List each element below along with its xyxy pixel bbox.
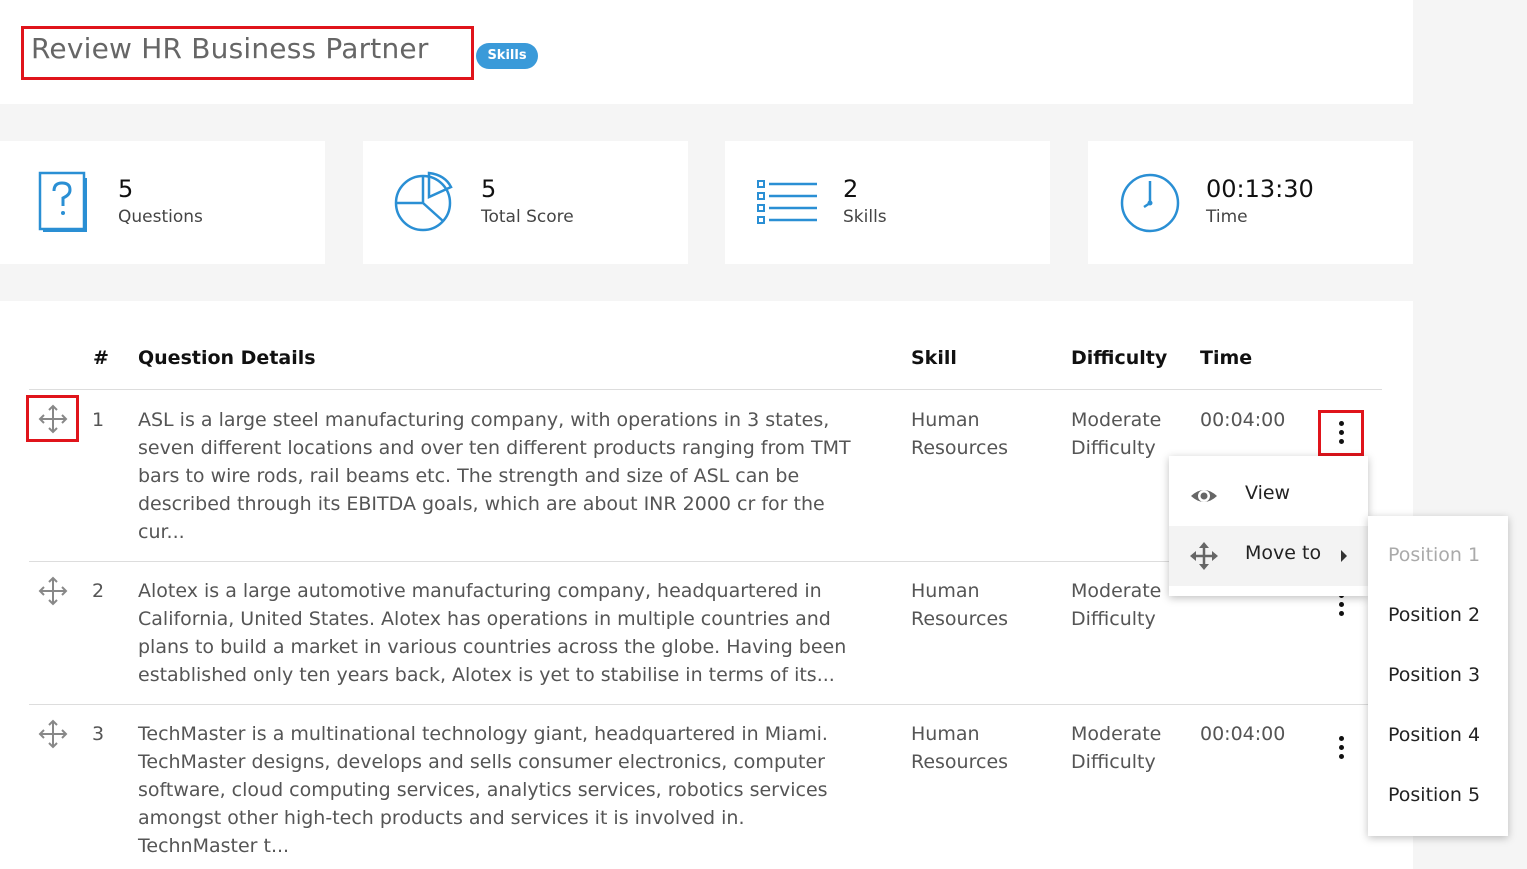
time-label: Time [1206,207,1248,227]
submenu-item-position-1: Position 1 [1388,544,1481,566]
question-details: ASL is a large steel manufacturing compa… [138,409,851,543]
skills-count: 2 [843,175,859,203]
score-label: Total Score [481,207,574,227]
drag-move-icon[interactable] [38,576,68,606]
questions-label: Questions [118,207,203,227]
submenu-arrow-icon [1341,550,1347,562]
submenu-item-position-4[interactable]: Position 4 [1388,724,1480,746]
menu-label-view: View [1245,482,1291,504]
row-number: 1 [92,409,105,431]
stat-card-time: 00:13:30 Time [1088,141,1413,264]
stat-card-score: 5 Total Score [363,141,688,264]
question-time: 00:04:00 [1200,723,1286,745]
eye-icon [1191,490,1217,502]
question-details: TechMaster is a multinational technology… [138,723,828,857]
column-header-skill: Skill [911,347,957,369]
question-details: Alotex is a large automotive manufacturi… [138,580,847,686]
skills-badge: Skills [476,43,538,69]
questions-count: 5 [118,175,134,203]
move-to-submenu: Position 1 Position 2 Position 3 Positio… [1368,516,1508,836]
question-skill: Human Resources [911,580,1009,630]
clock-icon [1120,173,1180,233]
question-difficulty: Moderate Difficulty [1071,580,1162,630]
more-options-icon[interactable] [1339,736,1345,760]
menu-item-move-to[interactable]: Move to [1169,526,1368,586]
score-count: 5 [481,175,497,203]
submenu-item-position-3[interactable]: Position 3 [1388,664,1480,686]
drag-move-icon[interactable] [38,719,68,749]
question-skill: Human Resources [911,409,1009,459]
drag-move-icon[interactable] [38,404,68,434]
more-options-icon[interactable] [1339,421,1345,445]
submenu-item-position-5[interactable]: Position 5 [1388,784,1480,806]
question-time: 00:04:00 [1200,409,1286,431]
column-header-difficulty: Difficulty [1071,347,1168,369]
row-number: 2 [92,580,105,602]
question-skill: Human Resources [911,723,1009,773]
question-difficulty: Moderate Difficulty [1071,723,1162,773]
pie-chart-icon [394,171,453,232]
time-total: 00:13:30 [1206,175,1314,203]
column-header-details: Question Details [138,347,316,369]
divider [29,389,1382,390]
stat-card-skills: 2 Skills [725,141,1050,264]
menu-label-move-to: Move to [1245,542,1322,564]
move-arrows-icon [1190,542,1218,570]
more-options-icon[interactable] [1339,593,1345,617]
question-difficulty: Moderate Difficulty [1071,409,1162,459]
question-document-icon [38,171,87,232]
skills-label: Skills [843,207,887,227]
menu-item-view[interactable]: View [1169,466,1368,526]
column-header-time: Time [1200,347,1253,369]
submenu-item-position-2[interactable]: Position 2 [1388,604,1480,626]
list-icon [757,180,817,224]
row-context-menu: View Move to [1169,456,1368,596]
divider [29,704,1382,705]
column-header-number: # [93,347,109,369]
stat-card-questions: 5 Questions [0,141,325,264]
page-title: Review HR Business Partner [31,32,429,65]
row-number: 3 [92,723,105,745]
